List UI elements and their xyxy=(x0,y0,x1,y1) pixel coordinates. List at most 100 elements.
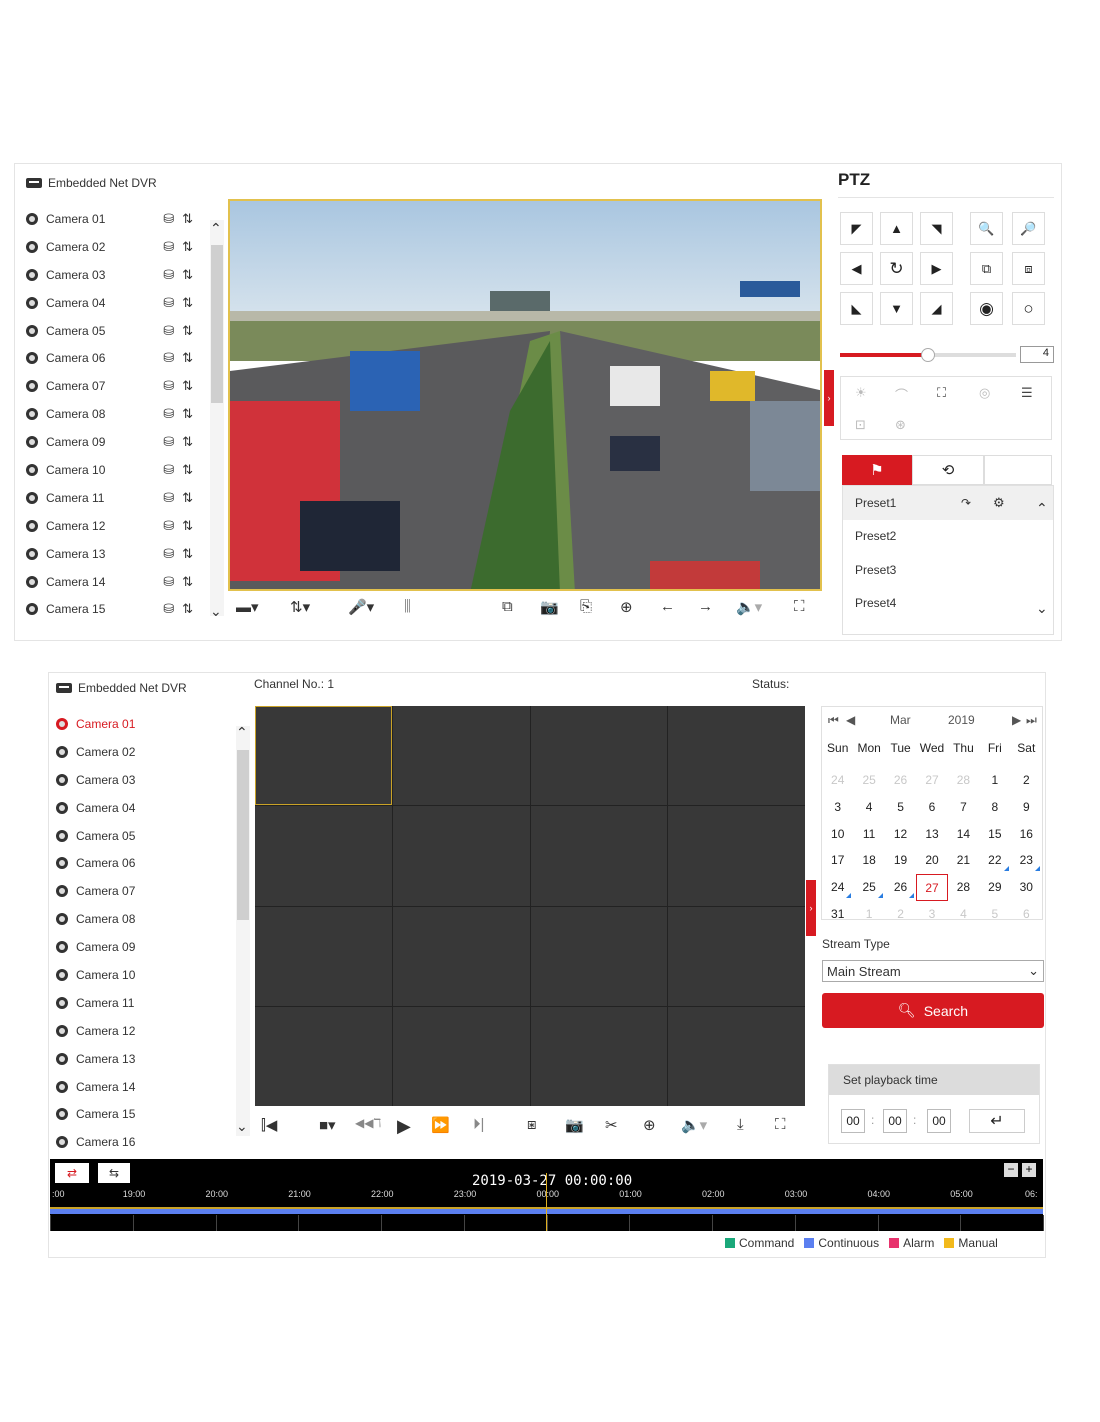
calendar-day[interactable]: 28 xyxy=(948,874,979,901)
calendar-day[interactable]: 1 xyxy=(979,767,1010,794)
live-scroll-thumb[interactable] xyxy=(211,245,223,403)
calendar-day[interactable]: 26 xyxy=(885,767,916,794)
preset-tab[interactable]: ⚑ xyxy=(842,455,912,485)
window-split-icon[interactable]: ⫿◀ xyxy=(261,1116,277,1134)
fullscreen-icon[interactable]: ⛶ xyxy=(775,1116,786,1133)
second-input[interactable]: 00 xyxy=(927,1109,951,1133)
camera-list-item[interactable]: Camera 15 xyxy=(56,1100,226,1128)
stream-select-icon[interactable]: ⛁ xyxy=(163,546,174,562)
iris-close-icon[interactable]: ○ xyxy=(1012,292,1045,325)
next-month-icon[interactable]: ▶ xyxy=(1012,713,1021,727)
ptz-collapse-tab[interactable]: › xyxy=(824,370,834,426)
preset-scroll-up-icon[interactable]: ⌃ xyxy=(1036,500,1048,517)
focus-far-icon[interactable]: ⧈ xyxy=(1012,252,1045,285)
stream-type-icon[interactable]: ⇅ xyxy=(182,239,193,255)
next-page-icon[interactable]: → xyxy=(698,598,713,615)
camera-list-item[interactable]: Camera 09 ⛁ ⇅ xyxy=(26,428,201,456)
window-layout-icon[interactable]: ▬▾ xyxy=(236,598,259,616)
calendar-day[interactable]: 18 xyxy=(853,847,884,874)
playback-window[interactable] xyxy=(255,706,392,806)
stream-select-icon[interactable]: ⛁ xyxy=(163,350,174,366)
live-video[interactable] xyxy=(228,199,822,591)
preset-row[interactable]: Preset2 xyxy=(843,520,1053,554)
camera-list-item[interactable]: Camera 07 ⛁ ⇅ xyxy=(26,372,201,400)
camera-list-item[interactable]: Camera 13 ⛁ ⇅ xyxy=(26,540,201,568)
prev-year-icon[interactable]: ⏮ xyxy=(828,713,839,728)
camera-list-item[interactable]: Camera 01 xyxy=(56,710,226,738)
camera-list-item[interactable]: Camera 07 xyxy=(56,877,226,905)
calendar-day[interactable]: 8 xyxy=(979,794,1010,821)
calendar-day[interactable]: 12 xyxy=(885,821,916,848)
playback-window[interactable] xyxy=(530,806,668,906)
play-icon[interactable]: ▶ xyxy=(397,1116,411,1137)
iris-open-icon[interactable]: ◉ xyxy=(970,292,1003,325)
ptz-up-right-icon[interactable]: ◥ xyxy=(920,212,953,245)
calendar-day[interactable]: 16 xyxy=(1011,821,1042,848)
set-preset-icon[interactable]: ⚙ xyxy=(993,495,1005,511)
stream-select-icon[interactable]: ⛁ xyxy=(163,518,174,534)
camera-list-item[interactable]: Camera 01 ⛁ ⇅ xyxy=(26,205,201,233)
3d-zoom-icon[interactable]: ⊛ xyxy=(895,417,906,433)
pattern-tab[interactable] xyxy=(984,455,1052,485)
calendar-day[interactable]: 31 xyxy=(822,901,853,928)
playback-window[interactable] xyxy=(668,906,805,1006)
playback-window[interactable] xyxy=(668,1006,805,1106)
playback-window[interactable] xyxy=(668,706,805,806)
ptz-down-icon[interactable]: ▼ xyxy=(880,292,913,325)
stream-select-icon[interactable]: ⛁ xyxy=(163,434,174,450)
timeline-cursor[interactable] xyxy=(546,1173,547,1231)
playback-window[interactable] xyxy=(392,706,530,806)
camera-list-item[interactable]: Camera 13 xyxy=(56,1045,226,1073)
focus-near-icon[interactable]: ⧉ xyxy=(970,252,1003,285)
calendar-day[interactable]: 19 xyxy=(885,847,916,874)
calendar-day[interactable]: 6 xyxy=(1011,901,1042,928)
stream-type-icon[interactable]: ⇅ xyxy=(182,434,193,450)
playback-collapse-tab[interactable]: › xyxy=(806,880,816,936)
preset-row[interactable]: Preset1 ↷ ⚙ xyxy=(843,486,1053,520)
camera-list-item[interactable]: Camera 08 xyxy=(56,905,226,933)
camera-list-item[interactable]: Camera 08 ⛁ ⇅ xyxy=(26,400,201,428)
calendar-day[interactable]: 3 xyxy=(916,901,947,928)
stream-select-icon[interactable]: ⛁ xyxy=(163,267,174,283)
stream-select-icon[interactable]: ⛁ xyxy=(163,601,174,617)
timeline[interactable]: ⇄ ⇆ 2019-03-27 00:00:00 − + :00 19:00 20:0… xyxy=(50,1159,1044,1231)
timeline-mode-button-2[interactable]: ⇆ xyxy=(98,1163,130,1183)
stream-select-icon[interactable]: ⛁ xyxy=(163,378,174,394)
light-icon[interactable]: ☀ xyxy=(855,385,867,401)
playback-scroll-thumb[interactable] xyxy=(237,750,249,920)
calendar-day[interactable]: 24 xyxy=(822,874,853,901)
stream-select-icon[interactable]: ⛁ xyxy=(163,462,174,478)
calendar-day[interactable]: 20 xyxy=(916,847,947,874)
camera-list-item[interactable]: Camera 02 xyxy=(56,738,226,766)
playback-window[interactable] xyxy=(392,906,530,1006)
calendar-day[interactable]: 28 xyxy=(948,767,979,794)
playback-window[interactable] xyxy=(530,1006,668,1106)
playback-window[interactable] xyxy=(530,906,668,1006)
calendar-day[interactable]: 9 xyxy=(1011,794,1042,821)
zoom-icon[interactable]: ⊕ xyxy=(643,1116,656,1134)
playback-window[interactable] xyxy=(392,1006,530,1106)
stop-all-icon[interactable]: ⧆ xyxy=(527,1116,537,1133)
patrol-tab[interactable]: ⟲ xyxy=(912,455,984,485)
camera-list-item[interactable]: Camera 11 ⛁ ⇅ xyxy=(26,484,201,512)
stream-type-icon[interactable]: ⇅ xyxy=(182,295,193,311)
timeline-zoom-out-icon[interactable]: − xyxy=(1004,1163,1018,1177)
camera-list-item[interactable]: Camera 03 xyxy=(56,766,226,794)
camera-list-item[interactable]: Camera 09 xyxy=(56,933,226,961)
camera-list-item[interactable]: Camera 14 ⛁ ⇅ xyxy=(26,568,201,596)
camera-list-item[interactable]: Camera 10 xyxy=(56,961,226,989)
stream-select-icon[interactable]: ⛁ xyxy=(163,490,174,506)
calendar-day[interactable]: 5 xyxy=(979,901,1010,928)
ptz-down-left-icon[interactable]: ◣ xyxy=(840,292,873,325)
stream-select-icon[interactable]: ⛁ xyxy=(163,239,174,255)
calendar-day[interactable]: 4 xyxy=(853,794,884,821)
ptz-auto-icon[interactable]: ↻ xyxy=(880,252,913,285)
camera-list-item[interactable]: Camera 04 xyxy=(56,794,226,822)
stream-type-icon[interactable]: ⇅ xyxy=(182,267,193,283)
camera-list-item[interactable]: Camera 02 ⛁ ⇅ xyxy=(26,233,201,261)
calendar-day[interactable]: 24 xyxy=(822,767,853,794)
record-icon[interactable]: ⎘ xyxy=(580,598,592,615)
next-year-icon[interactable]: ⏭ xyxy=(1026,713,1037,728)
calendar-month[interactable]: Mar xyxy=(890,713,911,727)
calendar-day-selected[interactable]: 27 xyxy=(916,874,948,901)
